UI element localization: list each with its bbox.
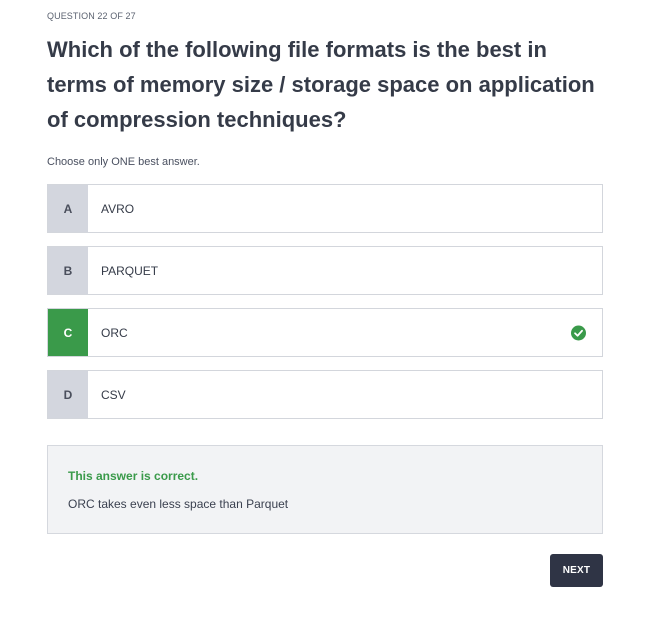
option-label: ORC	[101, 325, 128, 340]
feedback-title: This answer is correct.	[68, 469, 199, 483]
option-letter: A	[48, 185, 88, 232]
feedback-explanation: ORC takes even less space than Parquet	[68, 497, 289, 511]
option-c[interactable]: C ORC	[47, 308, 603, 357]
option-a[interactable]: A AVRO	[47, 184, 603, 233]
option-label: AVRO	[101, 201, 135, 216]
check-circle-icon	[571, 325, 586, 340]
answer-instruction: Choose only ONE best answer.	[47, 156, 200, 168]
question-counter: QUESTION 22 OF 27	[47, 11, 136, 21]
feedback-panel: This answer is correct. ORC takes even l…	[47, 445, 603, 534]
answer-options: A AVRO B PARQUET C ORC D CSV	[47, 184, 603, 432]
option-label: CSV	[101, 387, 126, 402]
option-label: PARQUET	[101, 263, 159, 278]
option-b[interactable]: B PARQUET	[47, 246, 603, 295]
question-text: Which of the following file formats is t…	[47, 37, 595, 132]
next-button[interactable]: NEXT	[550, 554, 603, 587]
option-letter: D	[48, 371, 88, 418]
option-letter: B	[48, 247, 88, 294]
option-letter: C	[48, 309, 88, 356]
option-d[interactable]: D CSV	[47, 370, 603, 419]
